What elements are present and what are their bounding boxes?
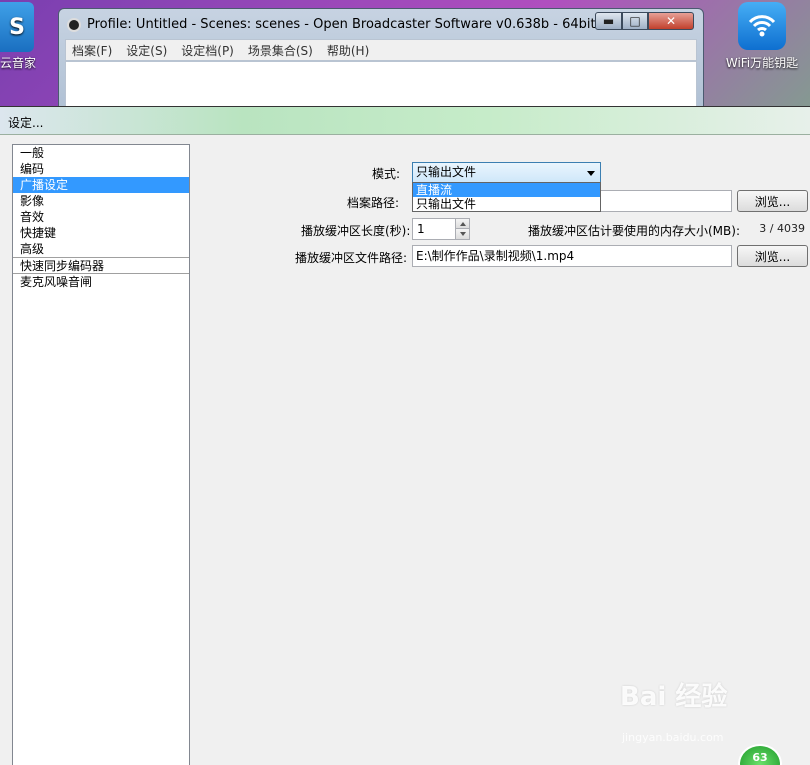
spin-down-button[interactable] xyxy=(455,229,469,239)
mode-label: 模式: xyxy=(372,167,401,181)
category-noise-gate[interactable]: 麦克风噪音闸 xyxy=(13,273,189,289)
obs-logo-icon xyxy=(67,18,81,32)
menu-settings[interactable]: 设定(S) xyxy=(126,42,167,59)
category-general[interactable]: 一般 xyxy=(13,145,189,161)
archive-path-label: 档案路径: xyxy=(347,196,400,210)
arrow-down-icon xyxy=(459,232,466,236)
baidu-watermark: Bai 经验 xyxy=(620,682,728,712)
category-quicksync[interactable]: 快速同步编码器 xyxy=(13,257,189,273)
menu-file[interactable]: 档案(F) xyxy=(72,42,112,59)
chevron-down-icon xyxy=(587,171,595,176)
watermark-url: jingyan.baidu.com xyxy=(622,731,724,744)
window-title: Profile: Untitled - Scenes: scenes - Ope… xyxy=(87,17,596,32)
menu-scene-collection[interactable]: 场景集合(S) xyxy=(248,42,313,59)
wifi-key-desktop-icon[interactable]: WiFi万能钥匙 xyxy=(722,2,802,71)
wifi-key-label: WiFi万能钥匙 xyxy=(725,56,799,70)
category-list: 一般 编码 广播设定 影像 音效 快捷键 高级 快速同步编码器 麦克风噪音闸 xyxy=(12,144,190,765)
mode-option-live-stream[interactable]: 直播流 xyxy=(413,183,600,197)
desktop-app-icon[interactable]: S 云音家 xyxy=(0,2,36,71)
arrow-up-icon xyxy=(459,221,466,226)
app-logo-icon: S xyxy=(0,2,34,52)
buffer-memory-value: 3 / 4039 xyxy=(759,222,805,235)
category-hotkeys[interactable]: 快捷键 xyxy=(13,225,189,241)
dialog-title: 设定... xyxy=(8,116,44,130)
maximize-button[interactable]: □ xyxy=(622,12,648,30)
settings-titlebar[interactable]: 设定... xyxy=(0,107,810,135)
category-video[interactable]: 影像 xyxy=(13,193,189,209)
mode-option-file-only[interactable]: 只输出文件 xyxy=(413,197,600,211)
buffer-memory-label: 播放缓冲区估计要使用的内存大小(MB): xyxy=(528,224,740,238)
mode-select[interactable]: 只输出文件 xyxy=(412,162,601,183)
settings-dialog: 设定... 一般 编码 广播设定 影像 音效 快捷键 高级 快速同步编码器 麦克… xyxy=(0,106,810,765)
mode-selected-value: 只输出文件 xyxy=(416,165,477,179)
spin-up-button[interactable] xyxy=(455,219,469,229)
category-broadcast[interactable]: 广播设定 xyxy=(13,177,189,193)
buffer-length-value: 1 xyxy=(417,222,425,236)
mode-dropdown-list: 直播流 只输出文件 xyxy=(412,182,601,212)
wifi-icon xyxy=(738,2,786,50)
minimize-button[interactable]: ▬ xyxy=(595,12,622,30)
menu-bar: 档案(F) 设定(S) 设定档(P) 场景集合(S) 帮助(H) xyxy=(65,39,697,61)
buffer-file-path-field[interactable]: E:\制作作品\录制视频\1.mp4 xyxy=(412,245,732,267)
desktop-app-label: 云音家 xyxy=(0,56,36,70)
buffer-file-path-label: 播放缓冲区文件路径: xyxy=(295,251,408,265)
buffer-length-spinbox[interactable]: 1 xyxy=(412,218,470,240)
close-button[interactable]: ✕ xyxy=(648,12,694,30)
menu-help[interactable]: 帮助(H) xyxy=(327,42,369,59)
archive-browse-button[interactable]: 浏览... xyxy=(737,190,808,212)
category-audio[interactable]: 音效 xyxy=(13,209,189,225)
category-encoding[interactable]: 编码 xyxy=(13,161,189,177)
buffer-browse-button[interactable]: 浏览... xyxy=(737,245,808,267)
buffer-length-label: 播放缓冲区长度(秒): xyxy=(301,224,411,238)
category-advanced[interactable]: 高级 xyxy=(13,241,189,257)
menu-profile[interactable]: 设定档(P) xyxy=(181,42,234,59)
obs-main-window: Profile: Untitled - Scenes: scenes - Ope… xyxy=(58,8,704,119)
